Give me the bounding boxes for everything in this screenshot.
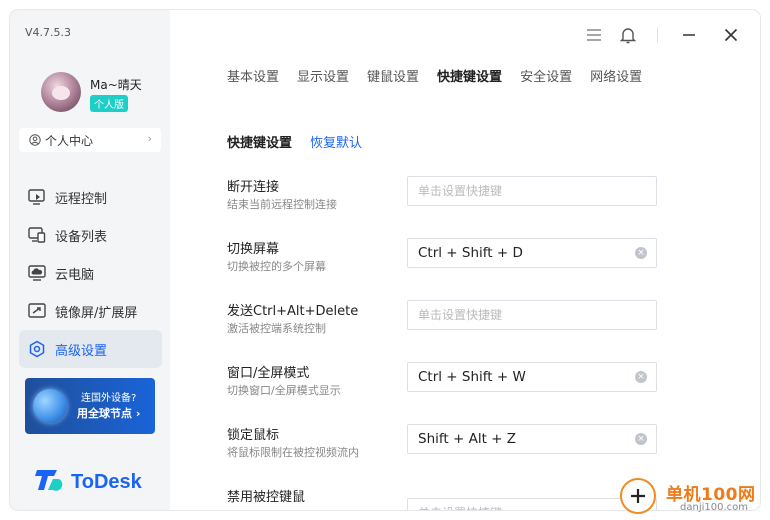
shortcut-label: 发送Ctrl+Alt+Delete — [227, 304, 359, 319]
chevron-right-icon: › — [147, 132, 152, 145]
username: Ma~晴天 — [90, 78, 142, 92]
shortcut-row-disable-input: 禁用被控键鼠 单击设置快捷键 — [227, 486, 667, 510]
shortcut-row-disconnect: 断开连接 结束当前远程控制连接 单击设置快捷键 — [227, 176, 667, 224]
window-controls — [583, 24, 760, 46]
tab-basic[interactable]: 基本设置 — [227, 66, 279, 85]
section-title: 快捷键设置 — [227, 136, 293, 151]
shortcut-input[interactable]: 单击设置快捷键 — [407, 300, 657, 330]
sidebar-item-mirror-screen[interactable]: 镜像屏/扩展屏 — [19, 292, 162, 330]
banner-line-2: 用全球节点 › — [77, 407, 141, 420]
tab-keyboard-mouse[interactable]: 键鼠设置 — [367, 66, 419, 85]
shortcut-label: 切换屏幕 — [227, 242, 280, 257]
avatar[interactable] — [41, 72, 81, 112]
site-watermark: 单机100网 danji100.com — [618, 474, 770, 520]
sidebar-item-cloud-pc[interactable]: 云电脑 — [19, 254, 162, 292]
settings-tabs: 基本设置 显示设置 键鼠设置 快捷键设置 安全设置 网络设置 — [227, 66, 660, 85]
todesk-logo: ToDesk — [35, 467, 142, 497]
user-center-label: 个人中心 — [45, 133, 94, 148]
shortcut-label: 断开连接 — [227, 180, 280, 195]
shortcut-row-lock-mouse: 锁定鼠标 将鼠标限制在被控视频流内 Shift + Alt + Z × — [227, 424, 667, 472]
sidebar-nav: 远程控制 设备列表 云电脑 镜像屏/扩展屏 高级设置 — [19, 178, 162, 368]
settings-hexagon-icon — [27, 339, 47, 359]
shortcut-row-window-mode: 窗口/全屏模式 切换窗口/全屏模式显示 Ctrl + Shift + W × — [227, 362, 667, 410]
watermark-logo-icon — [620, 478, 656, 514]
shortcut-label: 窗口/全屏模式 — [227, 366, 310, 381]
shortcut-desc: 切换被控的多个屏幕 — [227, 260, 326, 273]
sidebar: V4.7.5.3 Ma~晴天 个人版 个人中心 › 远程控制 设备列表 云电脑 … — [10, 10, 170, 510]
close-icon[interactable] — [720, 24, 742, 46]
devices-icon — [27, 225, 47, 245]
menu-icon[interactable] — [583, 24, 605, 46]
bell-icon[interactable] — [617, 24, 639, 46]
clear-icon[interactable]: × — [635, 247, 647, 259]
shortcut-input[interactable]: 单击设置快捷键 — [407, 176, 657, 206]
sidebar-item-label: 高级设置 — [55, 343, 108, 359]
shortcut-input[interactable]: Shift + Alt + Z × — [407, 424, 657, 454]
banner-line-1: 连国外设备? — [81, 393, 137, 404]
shortcut-label: 禁用被控键鼠 — [227, 490, 306, 505]
shortcut-input[interactable]: Ctrl + Shift + D × — [407, 238, 657, 268]
global-node-banner[interactable]: 连国外设备? 用全球节点 › — [25, 378, 155, 434]
user-center-button[interactable]: 个人中心 › — [19, 128, 161, 152]
tab-security[interactable]: 安全设置 — [520, 66, 572, 85]
shortcut-desc: 激活被控端系统控制 — [227, 322, 326, 335]
shortcut-row-switch-screen: 切换屏幕 切换被控的多个屏幕 Ctrl + Shift + D × — [227, 238, 667, 286]
sidebar-item-advanced-settings[interactable]: 高级设置 — [19, 330, 162, 368]
tab-shortcuts[interactable]: 快捷键设置 — [437, 66, 502, 85]
shortcut-value: Shift + Alt + Z — [418, 431, 517, 447]
shortcut-value: Ctrl + Shift + W — [418, 369, 526, 385]
divider — [657, 27, 658, 43]
sidebar-item-remote-control[interactable]: 远程控制 — [19, 178, 162, 216]
shortcut-input[interactable]: Ctrl + Shift + W × — [407, 362, 657, 392]
sidebar-item-label: 设备列表 — [55, 229, 108, 245]
shortcut-desc: 将鼠标限制在被控视频流内 — [227, 446, 359, 459]
shortcut-desc: 切换窗口/全屏模式显示 — [227, 384, 341, 397]
sidebar-item-label: 远程控制 — [55, 191, 108, 207]
mirror-screen-icon — [27, 301, 47, 321]
monitor-remote-icon — [27, 187, 47, 207]
shortcut-value: Ctrl + Shift + D — [418, 245, 523, 261]
clear-icon[interactable]: × — [635, 433, 647, 445]
version-label: V4.7.5.3 — [25, 26, 72, 39]
user-icon — [29, 134, 41, 146]
plan-badge: 个人版 — [90, 95, 128, 112]
sidebar-item-label: 云电脑 — [55, 267, 95, 283]
restore-defaults-link[interactable]: 恢复默认 — [310, 132, 362, 151]
sidebar-item-devices[interactable]: 设备列表 — [19, 216, 162, 254]
todesk-logo-icon — [35, 467, 65, 497]
shortcut-label: 锁定鼠标 — [227, 428, 280, 443]
app-window: V4.7.5.3 Ma~晴天 个人版 个人中心 › 远程控制 设备列表 云电脑 … — [10, 10, 760, 510]
cloud-pc-icon — [27, 263, 47, 283]
watermark-sub: danji100.com — [680, 502, 748, 513]
logo-text: ToDesk — [71, 470, 142, 493]
globe-icon — [33, 389, 67, 423]
tab-display[interactable]: 显示设置 — [297, 66, 349, 85]
tab-network[interactable]: 网络设置 — [590, 66, 642, 85]
sidebar-item-label: 镜像屏/扩展屏 — [55, 305, 138, 321]
minimize-icon[interactable] — [678, 24, 700, 46]
shortcut-desc: 结束当前远程控制连接 — [227, 198, 337, 211]
clear-icon[interactable]: × — [635, 371, 647, 383]
shortcut-row-ctrl-alt-del: 发送Ctrl+Alt+Delete 激活被控端系统控制 单击设置快捷键 — [227, 300, 667, 348]
